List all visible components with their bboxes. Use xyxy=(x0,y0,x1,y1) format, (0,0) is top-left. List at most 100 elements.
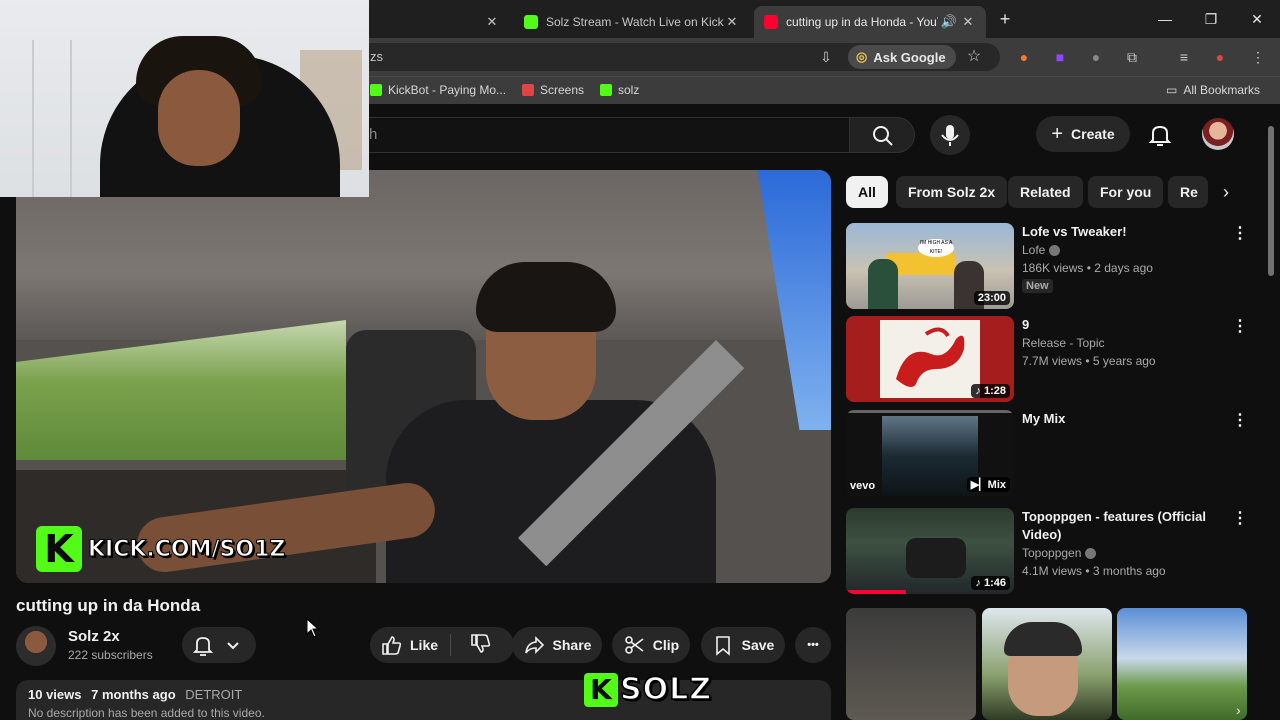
video-thumbnail[interactable]: I'M HIGH AS A KITE! 23:00 xyxy=(846,223,1014,309)
more-vert-icon[interactable]: ⋮ xyxy=(1232,223,1248,243)
recommendation-item[interactable]: I'M HIGH AS A KITE! 23:00 Lofe vs Tweake… xyxy=(846,223,1256,309)
bookmark-screens[interactable]: Screens xyxy=(522,83,584,97)
beanie xyxy=(1004,622,1082,656)
car-window xyxy=(16,320,346,460)
driver-hair xyxy=(476,262,616,332)
subscription-notifications-button[interactable] xyxy=(182,627,256,663)
tab-youtube-video[interactable]: cutting up in da Honda - YouTube 🔊 ✕ xyxy=(754,6,986,38)
menu-dots-icon[interactable]: ⋮ xyxy=(1248,47,1268,67)
kick-favicon-icon xyxy=(524,15,538,29)
recommendation-stats: 4.1M views • 3 months ago xyxy=(1022,564,1166,578)
kick-icon xyxy=(600,84,612,96)
minimize-button[interactable]: — xyxy=(1150,8,1180,30)
bookmark-solz[interactable]: solz xyxy=(600,83,639,97)
tab-close-icon[interactable]: ✕ xyxy=(724,14,740,30)
bookmark-kickbot[interactable]: KickBot - Paying Mo... xyxy=(370,83,506,97)
chip-all[interactable]: All xyxy=(846,176,888,208)
recommendation-title[interactable]: Topoppgen - features (Official Video) xyxy=(1022,508,1227,544)
chip-related[interactable]: Related xyxy=(1008,176,1083,208)
ask-google-button[interactable]: ◎ Ask Google xyxy=(848,45,956,69)
recommendation-channel[interactable]: Topoppgen xyxy=(1022,546,1097,560)
tab-close-icon[interactable]: ✕ xyxy=(484,14,500,30)
twitch-extension-icon[interactable]: ■ xyxy=(1050,47,1070,67)
media-control-icon[interactable]: ≡ xyxy=(1174,47,1194,67)
chip-from-channel[interactable]: From Solz 2x xyxy=(896,176,1008,208)
tab-unknown[interactable]: ✕ xyxy=(372,6,510,38)
create-button[interactable]: + Create xyxy=(1036,116,1130,152)
tab-audio-icon[interactable]: 🔊 xyxy=(938,14,960,30)
recommendation-title[interactable]: Lofe vs Tweaker! xyxy=(1022,223,1227,241)
chevron-right-icon[interactable]: › xyxy=(1236,702,1252,718)
solz-watermark: K SOLZ xyxy=(584,671,712,708)
duration-badge: ♪ 1:46 xyxy=(971,576,1010,590)
mouse-cursor-icon xyxy=(306,618,320,638)
video-title: cutting up in da Honda xyxy=(16,596,201,615)
extension-icon[interactable]: ● xyxy=(1086,47,1106,67)
location-tag[interactable]: DETROIT xyxy=(185,687,242,702)
save-button[interactable]: Save xyxy=(701,627,785,663)
chip-for-you[interactable]: For you xyxy=(1088,176,1164,208)
like-button[interactable]: Like xyxy=(380,634,452,656)
watch-progress-bar xyxy=(846,590,906,594)
share-button[interactable]: Share xyxy=(512,627,602,663)
new-tab-button[interactable]: + xyxy=(990,8,1020,30)
scrollbar-thumb[interactable] xyxy=(1268,126,1274,276)
webcam-overlay xyxy=(0,0,369,197)
all-bookmarks-button[interactable]: ▭ All Bookmarks xyxy=(1166,83,1260,97)
recommendation-item[interactable]: vevo ▶▏Mix My Mix ⋮ xyxy=(846,410,1256,496)
voice-search-button[interactable] xyxy=(930,115,970,155)
bookmark-star-icon[interactable]: ☆ xyxy=(964,47,984,67)
dislike-button[interactable] xyxy=(459,633,491,658)
more-actions-button[interactable]: ••• xyxy=(795,627,831,663)
recommendation-channel[interactable]: Release - Topic xyxy=(1022,336,1105,350)
mix-thumbnail[interactable]: vevo ▶▏Mix xyxy=(846,410,1014,496)
recommendation-item[interactable]: ♪ 1:28 9 Release - Topic 7.7M views • 5 … xyxy=(846,316,1256,402)
more-vert-icon[interactable]: ⋮ xyxy=(1232,508,1248,528)
restore-button[interactable]: ❐ xyxy=(1196,8,1226,30)
streamer-face xyxy=(158,70,240,166)
chip-recently-uploaded[interactable]: Re xyxy=(1168,176,1208,208)
subscriber-count: 222 subscribers xyxy=(68,648,153,662)
kick-logo-icon: K xyxy=(36,526,82,572)
channel-avatar[interactable] xyxy=(16,626,56,666)
folder-icon: ▭ xyxy=(1166,83,1178,97)
more-vert-icon[interactable]: ⋮ xyxy=(1232,316,1248,336)
verified-check-icon xyxy=(1049,245,1061,257)
bookmark-icon xyxy=(715,636,730,656)
recommendation-title[interactable]: My Mix xyxy=(1022,410,1227,428)
notifications-bell-icon[interactable] xyxy=(1146,121,1174,149)
more-vert-icon[interactable]: ⋮ xyxy=(1232,410,1248,430)
short-thumbnail[interactable] xyxy=(1117,608,1247,720)
short-thumbnail[interactable] xyxy=(846,608,976,720)
search-button[interactable] xyxy=(849,117,915,153)
install-app-icon[interactable]: ⇩ xyxy=(816,47,836,67)
tab-kick-stream[interactable]: Solz Stream - Watch Live on Kick ✕ xyxy=(514,6,750,38)
kickbot-icon xyxy=(370,84,382,96)
clip-button[interactable]: Clip xyxy=(612,627,690,663)
video-player[interactable]: K KICK.COM/SO1Z xyxy=(16,170,831,583)
kick-logo-icon: K xyxy=(584,672,618,707)
chevron-right-icon[interactable]: › xyxy=(1210,176,1242,208)
video-thumbnail[interactable]: ♪ 1:28 xyxy=(846,316,1014,402)
close-window-button[interactable]: ✕ xyxy=(1242,8,1272,30)
upload-age: 7 months ago xyxy=(91,687,176,702)
duration-badge: ♪ 1:28 xyxy=(971,384,1010,398)
recommendation-channel[interactable]: Lofe xyxy=(1022,243,1061,257)
search-input[interactable]: h xyxy=(300,117,849,153)
profile-icon[interactable]: ● xyxy=(1210,47,1230,67)
youtube-favicon-icon xyxy=(764,15,778,29)
recommendation-item[interactable]: ♪ 1:46 Topoppgen - features (Official Vi… xyxy=(846,508,1256,594)
user-avatar[interactable] xyxy=(1202,118,1234,150)
address-text: zs xyxy=(370,49,383,64)
recommendation-title[interactable]: 9 xyxy=(1022,316,1227,334)
bell-with-chevron-icon xyxy=(192,637,239,656)
extensions-puzzle-icon[interactable]: ⧉ xyxy=(1122,47,1142,67)
extension-icon[interactable]: ● xyxy=(1014,47,1034,67)
channel-name[interactable]: Solz 2x xyxy=(68,628,120,645)
tab-close-icon[interactable]: ✕ xyxy=(960,14,976,30)
person-figure xyxy=(906,538,966,578)
video-thumbnail[interactable]: ♪ 1:46 xyxy=(846,508,1014,594)
plus-icon: + xyxy=(1051,122,1064,145)
vevo-logo: vevo xyxy=(850,480,876,492)
short-thumbnail[interactable] xyxy=(982,608,1112,720)
